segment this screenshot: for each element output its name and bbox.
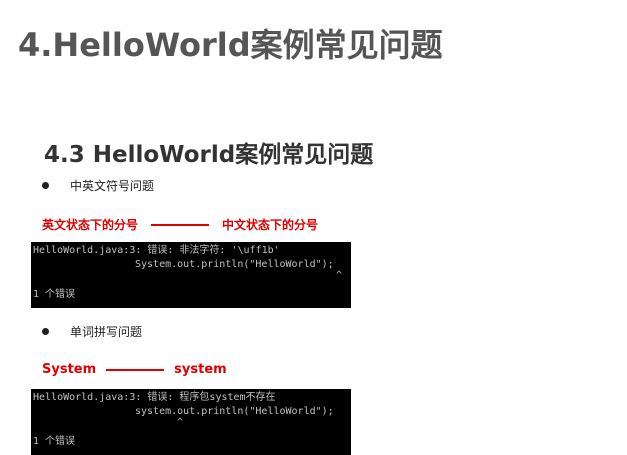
console-output-symbols: HelloWorld.java:3: 错误: 非法字符: '\uff1b' Sy… — [31, 242, 351, 308]
console-caret: ^ — [336, 270, 343, 281]
page-title: 4.HelloWorld案例常见问题 — [18, 26, 443, 64]
comparison-dash — [106, 368, 165, 371]
console-error-line: HelloWorld.java:3: 错误: 非法字符: '\uff1b' — [33, 245, 280, 256]
console-caret: ^ — [177, 417, 184, 428]
comparison-dash — [151, 223, 210, 226]
spelling-comparison: System system — [42, 362, 227, 377]
semicolon-comparison: 英文状态下的分号 中文状态下的分号 — [42, 216, 318, 233]
console-code-line: system.out.println("HelloWorld"); — [135, 406, 334, 417]
console-summary-line: 1 个错误 — [33, 289, 76, 300]
comparison-left-label: 英文状态下的分号 — [42, 218, 139, 232]
bullet-item-symbols: 中英文符号问题 — [42, 177, 154, 194]
bullet-dot-icon — [42, 328, 49, 335]
section-title: 4.3 HelloWorld案例常见问题 — [44, 142, 374, 168]
bullet-label: 中英文符号问题 — [70, 179, 155, 193]
console-summary-line: 1 个错误 — [33, 436, 76, 447]
bullet-dot-icon — [42, 182, 49, 189]
bullet-item-spelling: 单词拼写问题 — [42, 323, 142, 340]
comparison-left-label: System — [42, 362, 97, 377]
console-code-line: System.out.println("HelloWorld"); — [135, 259, 334, 270]
console-output-spelling: HelloWorld.java:3: 错误: 程序包system不存在 syst… — [31, 389, 351, 455]
bullet-label: 单词拼写问题 — [70, 325, 143, 339]
comparison-right-label: system — [174, 362, 227, 377]
console-error-line: HelloWorld.java:3: 错误: 程序包system不存在 — [33, 392, 276, 403]
comparison-right-label: 中文状态下的分号 — [222, 218, 319, 232]
